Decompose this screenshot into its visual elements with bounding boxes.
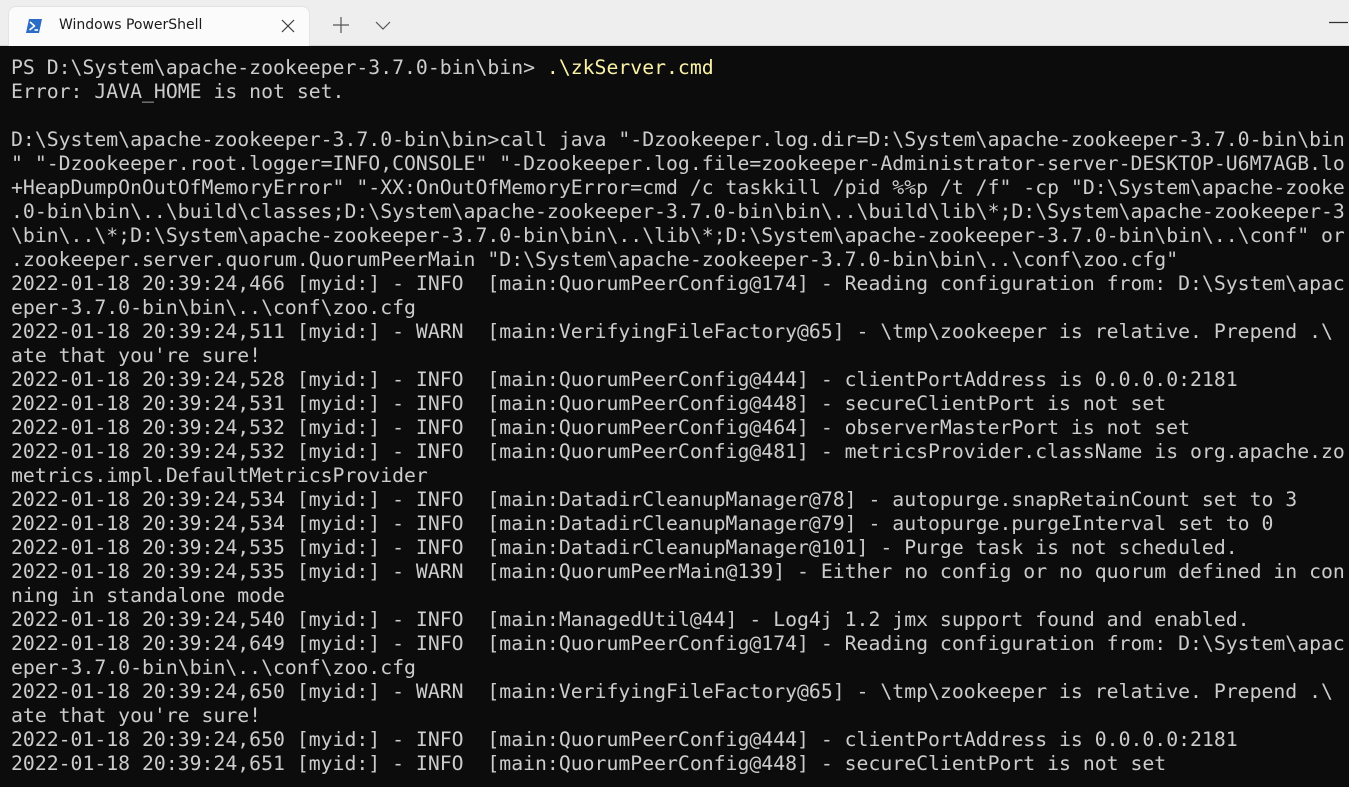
output-line: 2022-01-18 20:39:24,511 [myid:] - WARN [… bbox=[11, 320, 1333, 343]
tab-windows-powershell[interactable]: Windows PowerShell bbox=[8, 6, 310, 46]
output-line: ning in standalone mode bbox=[11, 584, 285, 607]
command-text: .\zkServer.cmd bbox=[546, 56, 714, 79]
output-line: 2022-01-18 20:39:24,532 [myid:] - INFO [… bbox=[11, 440, 1345, 463]
output-line: eper-3.7.0-bin\bin\..\conf\zoo.cfg bbox=[11, 296, 416, 319]
output-line: D:\System\apache-zookeeper-3.7.0-bin\bin… bbox=[11, 128, 1345, 151]
output-line: \bin\..\*;D:\System\apache-zookeeper-3.7… bbox=[11, 224, 1345, 247]
output-line: " "-Dzookeeper.root.logger=INFO,CONSOLE"… bbox=[11, 152, 1345, 175]
terminal-window: Windows PowerShell PS D:\System\apache-z… bbox=[0, 0, 1349, 787]
output-line: 2022-01-18 20:39:24,534 [myid:] - INFO [… bbox=[11, 488, 1298, 511]
output-line: 2022-01-18 20:39:24,651 [myid:] - INFO [… bbox=[11, 752, 1167, 775]
minimize-icon[interactable] bbox=[1320, 8, 1349, 38]
powershell-icon bbox=[25, 18, 43, 34]
output-line: 2022-01-18 20:39:24,466 [myid:] - INFO [… bbox=[11, 272, 1345, 295]
output-line: +HeapDumpOnOutOfMemoryError" "-XX:OnOutO… bbox=[11, 176, 1345, 199]
prompt-text: PS D:\System\apache-zookeeper-3.7.0-bin\… bbox=[11, 56, 547, 79]
output-line: ate that you're sure! bbox=[11, 344, 262, 367]
output-line: 2022-01-18 20:39:24,532 [myid:] - INFO [… bbox=[11, 416, 1191, 439]
output-line: 2022-01-18 20:39:24,540 [myid:] - INFO [… bbox=[11, 608, 1250, 631]
tab-title: Windows PowerShell bbox=[59, 17, 203, 33]
title-bar: Windows PowerShell bbox=[0, 0, 1349, 46]
output-line: 2022-01-18 20:39:24,650 [myid:] - INFO [… bbox=[11, 728, 1238, 751]
output-line: ate that you're sure! bbox=[11, 704, 262, 727]
terminal-output[interactable]: PS D:\System\apache-zookeeper-3.7.0-bin\… bbox=[0, 46, 1349, 787]
output-line: .0-bin\bin\..\build\classes;D:\System\ap… bbox=[11, 200, 1345, 223]
output-line: 2022-01-18 20:39:24,531 [myid:] - INFO [… bbox=[11, 392, 1167, 415]
output-line: 2022-01-18 20:39:24,535 [myid:] - INFO [… bbox=[11, 536, 1238, 559]
chevron-down-icon[interactable] bbox=[370, 12, 396, 38]
output-line: .zookeeper.server.quorum.QuorumPeerMain … bbox=[11, 248, 1179, 271]
output-line: eper-3.7.0-bin\bin\..\conf\zoo.cfg bbox=[11, 656, 416, 679]
prompt-line: PS D:\System\apache-zookeeper-3.7.0-bin\… bbox=[11, 56, 1345, 80]
output-line: metrics.impl.DefaultMetricsProvider bbox=[11, 464, 428, 487]
output-line: 2022-01-18 20:39:24,535 [myid:] - WARN [… bbox=[11, 560, 1345, 583]
close-icon[interactable] bbox=[279, 17, 297, 35]
output-line: Error: JAVA_HOME is not set. bbox=[11, 80, 345, 103]
output-line bbox=[11, 104, 1345, 128]
terminal-lines: PS D:\System\apache-zookeeper-3.7.0-bin\… bbox=[11, 56, 1345, 776]
output-line: 2022-01-18 20:39:24,649 [myid:] - INFO [… bbox=[11, 632, 1345, 655]
output-line: 2022-01-18 20:39:24,528 [myid:] - INFO [… bbox=[11, 368, 1238, 391]
output-line: 2022-01-18 20:39:24,534 [myid:] - INFO [… bbox=[11, 512, 1274, 535]
output-line: 2022-01-18 20:39:24,650 [myid:] - WARN [… bbox=[11, 680, 1333, 703]
plus-icon[interactable] bbox=[328, 12, 354, 38]
